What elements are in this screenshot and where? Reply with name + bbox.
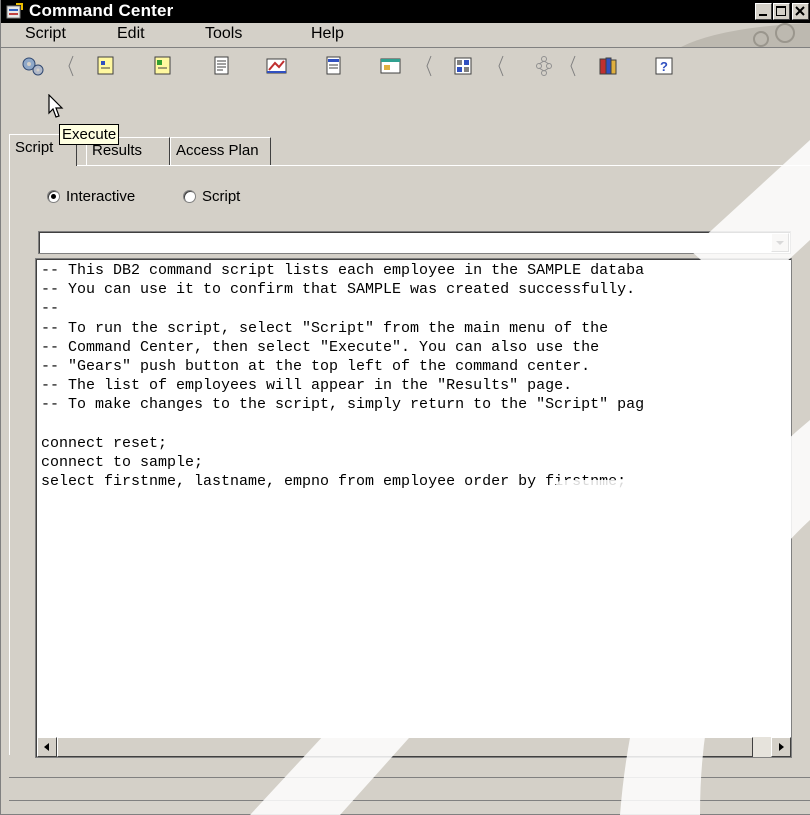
command-history-combo[interactable] [38,231,791,254]
menu-tools[interactable]: Tools [205,25,242,43]
menu-decoration-graphic [681,23,810,47]
script-code[interactable]: -- This DB2 command script lists each em… [41,261,644,491]
menu-script[interactable]: Script [25,25,66,43]
scroll-right-button[interactable] [771,737,791,757]
svg-text:?: ? [660,59,668,74]
script-editor[interactable]: -- This DB2 command script lists each em… [35,258,792,758]
code-line: -- [41,300,60,318]
scroll-thumb[interactable] [57,737,753,757]
minimize-icon [759,14,767,16]
toolbar-button-list[interactable] [323,55,345,77]
radio-script-indicator[interactable] [183,190,196,203]
toolbar-button-book[interactable] [597,55,619,77]
radio-interactive-label: Interactive [66,188,136,205]
panel-icon [380,58,401,74]
horizontal-scrollbar[interactable] [37,737,791,757]
menu-edit[interactable]: Edit [117,25,145,43]
code-line: -- To make changes to the script, simply… [41,396,645,414]
menu-help[interactable]: Help [311,25,344,43]
command-center-window: Command Center Script Edit Tools Help ? … [0,0,810,815]
status-bar [9,777,810,801]
code-line: connect to sample; [41,454,204,472]
toolbar-separator [570,55,576,77]
close-button[interactable] [792,3,809,20]
toolbar-button-help[interactable]: ? [653,55,675,77]
code-line: -- "Gears" push button at the top left o… [41,358,591,376]
menu-bar: Script Edit Tools Help [1,23,810,47]
toolbar-button-panel[interactable] [379,55,401,77]
query-icon [154,56,171,75]
code-line: -- You can use it to confirm that SAMPLE… [41,281,636,299]
toolbar-separator [426,55,432,77]
code-line: select firstnme, lastname, empno from em… [41,473,627,491]
code-line: -- Command Center, then select "Execute"… [41,338,600,356]
toolbar: ? [1,47,810,81]
execute-gears-icon [22,57,44,76]
toolbar-button-grid[interactable] [452,55,474,77]
book-icon [599,57,617,75]
help-icon: ? [655,57,673,75]
toolbar-button-document[interactable] [211,55,233,77]
close-icon [795,6,805,16]
command-center-icon[interactable] [6,3,23,20]
chevron-down-icon [776,241,784,245]
code-line: -- The list of employees will appear in … [41,377,573,395]
toolbar-button-script[interactable] [95,55,117,77]
toolbar-separator [498,55,504,77]
execute-tooltip: Execute [59,124,120,145]
mouse-cursor-icon [48,94,64,118]
arrow-right-icon [779,743,784,751]
script-icon [97,56,114,75]
toolbar-button-results[interactable] [265,55,287,77]
execute-button[interactable] [21,55,44,77]
code-line: -- This DB2 command script lists each em… [41,262,645,279]
title-bar[interactable]: Command Center [1,0,810,23]
maximize-button[interactable] [773,3,790,20]
document-icon [214,56,229,75]
radio-interactive-indicator[interactable] [47,190,60,203]
arrow-left-icon [44,743,49,751]
combo-dropdown-button[interactable] [771,233,789,252]
toolbar-button-query[interactable] [152,55,174,77]
maximize-icon [776,6,786,16]
results-icon [266,58,287,74]
minimize-button[interactable] [755,3,772,20]
grid-icon [454,57,472,75]
window-title: Command Center [29,1,174,20]
radio-script[interactable]: Script [183,188,240,205]
toolbar-separator [68,55,74,77]
radio-script-label: Script [202,188,241,205]
tab-access-plan[interactable]: Access Plan [170,137,271,165]
scroll-left-button[interactable] [37,737,57,757]
code-line: connect reset; [41,434,168,452]
list-icon [326,56,341,75]
code-line: -- To run the script, select "Script" fr… [41,319,609,337]
radio-interactive[interactable]: Interactive [47,188,135,205]
tree-icon [536,56,552,76]
toolbar-button-tree [533,55,555,77]
